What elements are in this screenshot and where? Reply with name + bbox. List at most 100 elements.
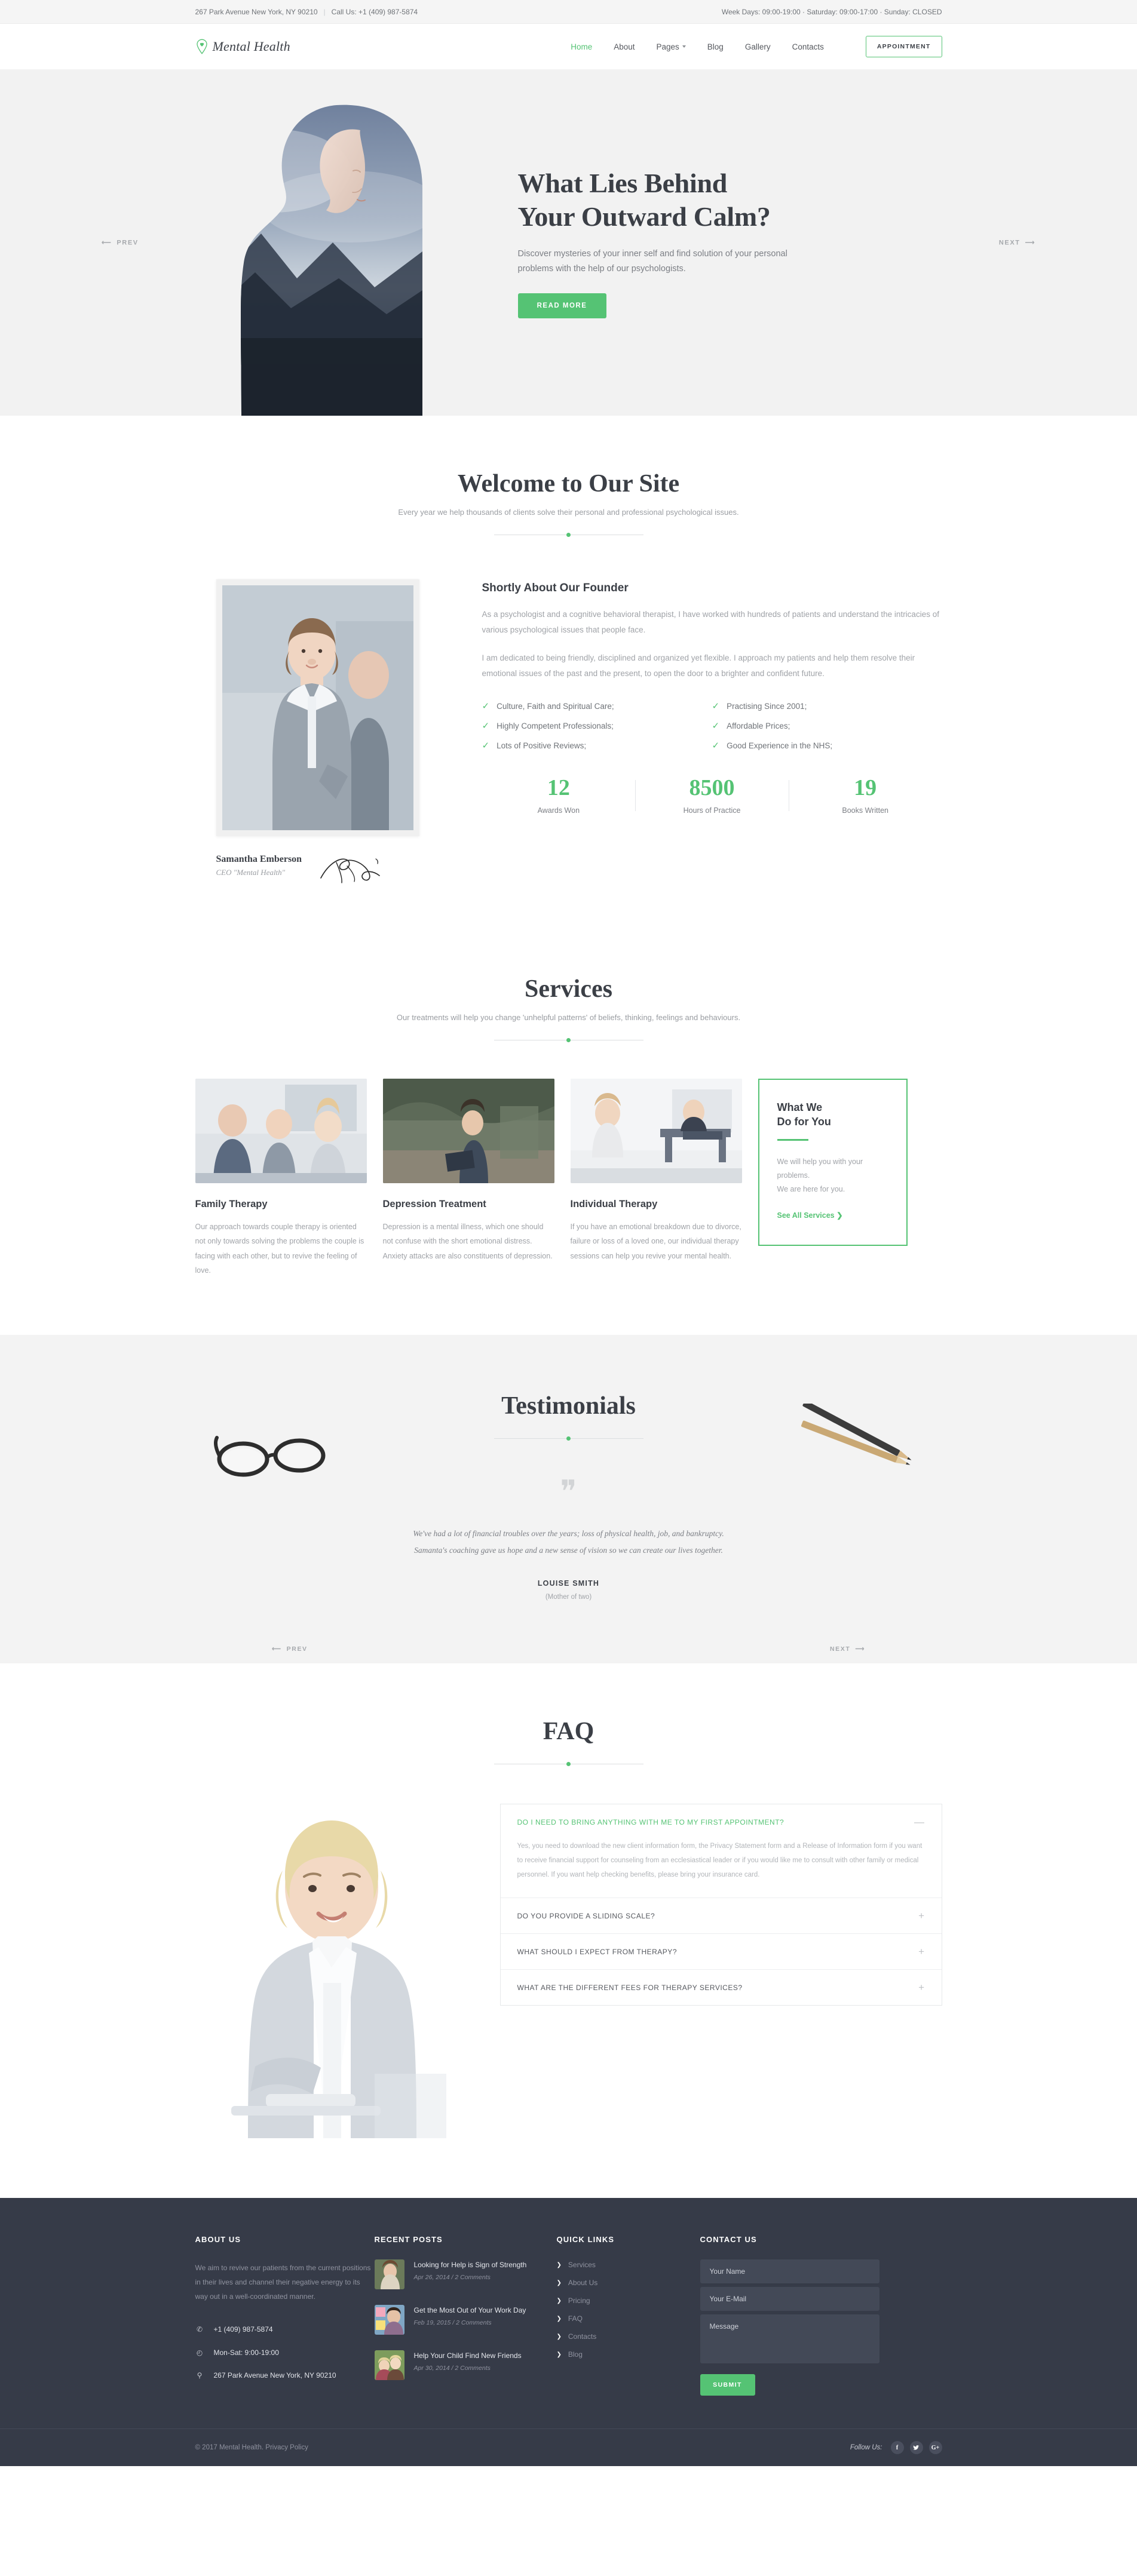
google-plus-icon[interactable]: G+ <box>928 2441 942 2455</box>
nav-label-contacts: Contacts <box>792 42 824 51</box>
benefit-label: Highly Competent Professionals; <box>497 721 614 731</box>
faq-item-1[interactable]: DO I NEED TO BRING ANYTHING WITH ME TO M… <box>500 1804 942 1899</box>
footer-recent-posts-column: RECENT POSTS Looking for Help is Sign of… <box>374 2235 557 2396</box>
benefit-label: Lots of Positive Reviews; <box>497 741 587 751</box>
site-logo[interactable]: Mental Health <box>195 39 290 54</box>
cta-text: We will help you with your problems. We … <box>777 1155 888 1196</box>
plus-icon[interactable]: + <box>918 1946 924 1957</box>
social-links: Follow Us: f G+ <box>850 2441 942 2455</box>
hero-slider: What Lies Behind Your Outward Calm? Disc… <box>0 69 1137 416</box>
founder-photo-frame <box>216 579 419 836</box>
faq-title: FAQ <box>543 1718 594 1746</box>
hero-prev-button[interactable]: ⟵ PREV <box>102 239 139 247</box>
faq-question-row[interactable]: DO I NEED TO BRING ANYTHING WITH ME TO M… <box>501 1804 942 1840</box>
stat-awards-won: 12 Awards Won <box>482 776 636 815</box>
faq-item-2[interactable]: DO YOU PROVIDE A SLIDING SCALE? + <box>500 1898 942 1935</box>
nav-label-blog: Blog <box>707 42 724 51</box>
nav-item-contacts[interactable]: Contacts <box>792 42 824 51</box>
nav-item-about[interactable]: About <box>614 42 635 51</box>
quote-line-2: Samanta's coaching gave us hope and a ne… <box>414 1546 723 1555</box>
benefit-label: Culture, Faith and Spiritual Care; <box>497 702 614 711</box>
footer-links-heading: QUICK LINKS <box>556 2235 615 2245</box>
hero-portrait-image <box>219 99 422 416</box>
service-title: Depression Treatment <box>382 1199 486 1209</box>
testimonial-author-role: (Mother of two) <box>545 1594 592 1601</box>
footer-contact-heading: CONTACT US <box>700 2235 757 2245</box>
hero-next-button[interactable]: NEXT ⟶ <box>999 239 1035 247</box>
quick-link-blog[interactable]: ❯ Blog <box>557 2350 700 2359</box>
service-card-individual-therapy[interactable]: Individual Therapy If you have an emotio… <box>570 1079 742 1263</box>
post-thumbnail <box>374 2259 404 2290</box>
hero-title-line2: Your Outward Calm? <box>517 201 771 232</box>
nav-item-home[interactable]: Home <box>571 42 592 51</box>
testimonials-prev-label: PREV <box>286 1645 308 1653</box>
nav-label-gallery: Gallery <box>744 42 771 51</box>
site-header: Mental Health Home About Pages Blog Gall… <box>0 24 1137 69</box>
hero-title-line1: What Lies Behind <box>517 167 728 198</box>
appointment-button[interactable]: APPOINTMENT <box>865 36 942 57</box>
welcome-section: Welcome to Our Site Every year we help t… <box>0 416 1137 927</box>
footer-bottom-bar: © 2017 Mental Health. Privacy Policy Fol… <box>0 2428 1137 2466</box>
nav-label-pages: Pages <box>656 42 679 51</box>
phone-icon: ✆ <box>196 2325 203 2334</box>
service-card-depression-treatment[interactable]: Depression Treatment Depression is a men… <box>382 1079 554 1263</box>
cta-text-line1: We will help you with your problems. <box>777 1157 863 1180</box>
submit-button[interactable]: SUBMIT <box>700 2374 755 2396</box>
service-image <box>570 1079 742 1183</box>
quick-link-contacts[interactable]: ❯ Contacts <box>557 2332 700 2341</box>
name-field[interactable] <box>700 2259 879 2284</box>
quote-line-1: We've had a lot of financial troubles ov… <box>413 1528 724 1538</box>
plus-icon[interactable]: + <box>918 1982 924 1992</box>
topbar-contact-group: 267 Park Avenue New York, NY 90210 | Cal… <box>195 8 418 16</box>
faq-item-4[interactable]: WHAT ARE THE DIFFERENT FEES FOR THERAPY … <box>501 1970 942 2005</box>
email-field[interactable] <box>700 2287 879 2311</box>
arrow-right-icon: ⟶ <box>1025 239 1035 247</box>
heart-pin-icon <box>195 39 209 54</box>
faq-item-3[interactable]: WHAT SHOULD I EXPECT FROM THERAPY? + <box>500 1934 942 1970</box>
read-more-button[interactable]: READ MORE <box>517 293 606 319</box>
see-all-services-link[interactable]: See All Services ❯ <box>777 1211 843 1220</box>
service-text: If you have an emotional breakdown due t… <box>570 1223 741 1260</box>
founder-right-column: Shortly About Our Founder As a psycholog… <box>482 579 942 885</box>
quick-link-faq[interactable]: ❯ FAQ <box>557 2314 700 2323</box>
service-card-family-therapy[interactable]: Family Therapy Our approach towards coup… <box>195 1079 367 1278</box>
faq-question-row[interactable]: WHAT ARE THE DIFFERENT FEES FOR THERAPY … <box>501 1970 942 2005</box>
facebook-icon[interactable]: f <box>890 2441 904 2455</box>
services-grid: Family Therapy Our approach towards coup… <box>195 1079 942 1278</box>
nav-item-gallery[interactable]: Gallery <box>745 42 771 51</box>
footer-address-row: ⚲ 267 Park Avenue New York, NY 90210 <box>195 2370 375 2381</box>
faq-question-row[interactable]: DO YOU PROVIDE A SLIDING SCALE? + <box>501 1898 942 1933</box>
topbar-hours: Week Days: 09:00-19:00 · Saturday: 09:00… <box>721 7 942 16</box>
founder-paragraph-1: As a psychologist and a cognitive behavi… <box>482 610 939 635</box>
quick-link-services[interactable]: ❯ Services <box>557 2261 700 2269</box>
section-divider <box>494 1436 643 1441</box>
follow-us-label: Follow Us: <box>850 2444 882 2452</box>
founder-block: Samantha Emberson CEO "Mental Health" Sh… <box>195 579 942 885</box>
quick-link-pricing[interactable]: ❯ Pricing <box>557 2296 700 2305</box>
message-field[interactable] <box>700 2314 879 2364</box>
copyright-text: © 2017 Mental Health. Privacy Policy <box>195 2444 308 2452</box>
faq-question-row[interactable]: WHAT SHOULD I EXPECT FROM THERAPY? + <box>501 1934 942 1969</box>
topbar-phone[interactable]: Call Us: +1 (409) 987-5874 <box>332 8 418 16</box>
what-we-do-card: What We Do for You We will help you with… <box>758 1079 908 1246</box>
hero-subtitle: Discover mysteries of your inner self an… <box>517 248 787 274</box>
benefit-item: ✓ Good Experience in the NHS; <box>712 741 942 750</box>
services-title: Services <box>525 975 612 1003</box>
cta-underline <box>777 1138 808 1141</box>
recent-post-item[interactable]: Help Your Child Find New Friends Apr 30,… <box>374 2350 557 2381</box>
testimonials-prev-button[interactable]: ⟵ PREV <box>272 1645 308 1653</box>
twitter-icon[interactable] <box>909 2441 923 2455</box>
recent-post-item[interactable]: Get the Most Out of Your Work Day Feb 19… <box>374 2305 557 2335</box>
recent-post-item[interactable]: Looking for Help is Sign of Strength Apr… <box>374 2259 557 2290</box>
footer-about-heading: ABOUT US <box>195 2235 241 2245</box>
nav-item-blog[interactable]: Blog <box>707 42 724 51</box>
quick-link-about-us[interactable]: ❯ About Us <box>557 2279 700 2287</box>
minus-icon[interactable]: — <box>914 1817 925 1827</box>
footer-phone-row[interactable]: ✆ +1 (409) 987-5874 <box>195 2324 375 2335</box>
check-icon: ✓ <box>482 741 490 751</box>
plus-icon[interactable]: + <box>918 1911 924 1921</box>
nav-item-pages[interactable]: Pages <box>657 42 686 51</box>
stat-hours-of-practice: 8500 Hours of Practice <box>635 776 789 815</box>
testimonials-next-button[interactable]: NEXT ⟶ <box>830 1645 865 1653</box>
check-icon: ✓ <box>712 721 720 732</box>
